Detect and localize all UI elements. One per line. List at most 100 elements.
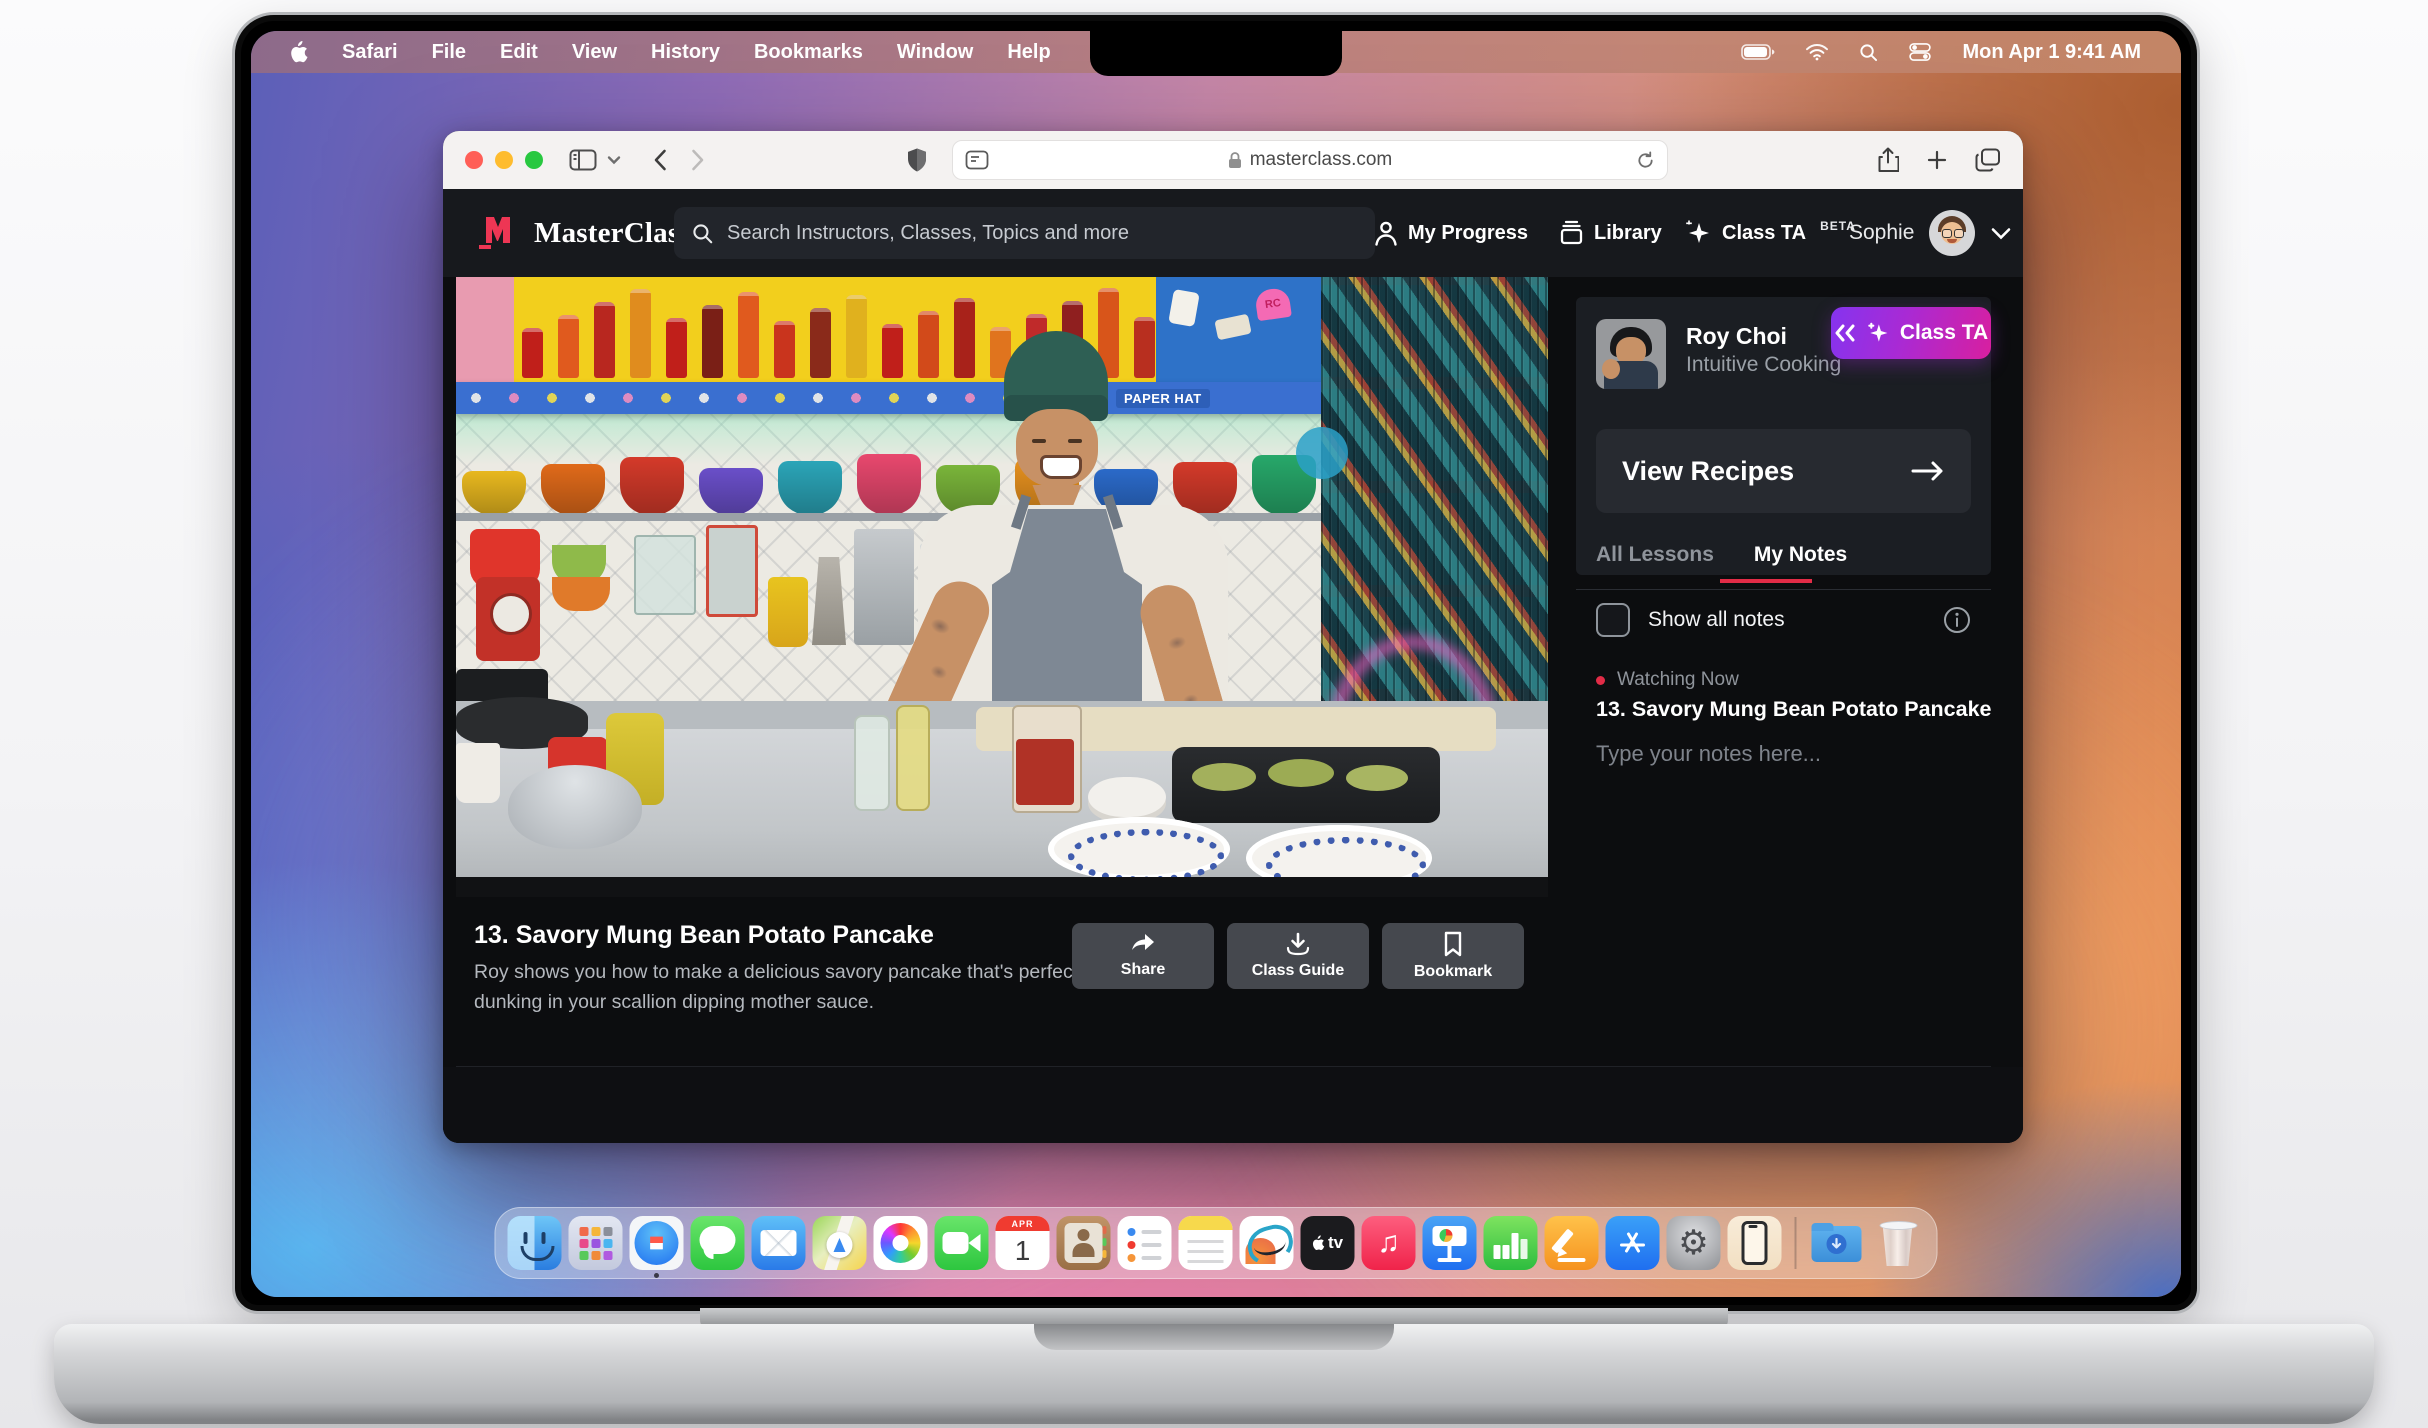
- dock-keynote-icon[interactable]: [1423, 1216, 1477, 1270]
- sidebar-toggle-icon[interactable]: [569, 149, 597, 171]
- dock-calendar-icon[interactable]: APR 1: [996, 1216, 1050, 1270]
- spotlight-icon[interactable]: [1859, 43, 1878, 62]
- dock-trash-icon[interactable]: [1871, 1216, 1925, 1270]
- decor: [1296, 427, 1348, 479]
- nav-my-progress[interactable]: My Progress: [1374, 220, 1528, 246]
- address-bar[interactable]: masterclass.com: [952, 140, 1668, 180]
- dock-contacts-icon[interactable]: [1057, 1216, 1111, 1270]
- decor: [1929, 152, 1945, 168]
- share-icon[interactable]: [1877, 147, 1899, 173]
- dock-settings-icon[interactable]: ⚙: [1667, 1216, 1721, 1270]
- control-center-icon[interactable]: [1908, 43, 1932, 61]
- decor: [1908, 43, 1932, 61]
- safari-toolbar: masterclass.com: [443, 131, 2023, 190]
- decor: [653, 149, 667, 171]
- dock-numbers-icon[interactable]: [1484, 1216, 1538, 1270]
- active-tab-underline: [1720, 579, 1812, 583]
- dock-iphone-mirroring-icon[interactable]: [1728, 1216, 1782, 1270]
- decor: [1377, 236, 1396, 245]
- decor: Safari File Edit View History Bookmarks …: [251, 41, 1051, 64]
- zoom-window-button[interactable]: [525, 151, 543, 169]
- decor: [1832, 1238, 1842, 1250]
- nav-class-ta[interactable]: Class TABETA: [1684, 219, 1856, 247]
- menubar-app-name[interactable]: Safari: [342, 41, 398, 64]
- dock-notes-icon[interactable]: [1179, 1216, 1233, 1270]
- dock-pages-icon[interactable]: [1545, 1216, 1599, 1270]
- sauce-bottle: [1134, 317, 1155, 378]
- decor: [1142, 1230, 1162, 1234]
- nav-library[interactable]: Library: [1559, 220, 1662, 246]
- laptop-lid-notch: [1034, 1324, 1394, 1350]
- tab-all-lessons[interactable]: All Lessons: [1596, 543, 1714, 567]
- menu-bookmarks[interactable]: Bookmarks: [754, 41, 863, 64]
- decor: [1564, 222, 1580, 226]
- sauce-bottle: [774, 321, 795, 378]
- dock-music-icon[interactable]: ♫: [1362, 1216, 1416, 1270]
- dock-reminders-icon[interactable]: [1118, 1216, 1172, 1270]
- menu-file[interactable]: File: [432, 41, 466, 64]
- dock-finder-icon[interactable]: [508, 1216, 562, 1270]
- show-all-notes-checkbox[interactable]: [1596, 603, 1630, 637]
- decor: Library: [1594, 222, 1662, 245]
- forward-button[interactable]: [691, 149, 705, 171]
- share-button[interactable]: Share: [1072, 923, 1214, 989]
- decor: [1913, 45, 1918, 50]
- dock-messages-icon[interactable]: [691, 1216, 745, 1270]
- stacked-bowl: [541, 464, 605, 515]
- video-player[interactable]: RC PAPER HAT: [456, 277, 1548, 897]
- decor: [1040, 455, 1082, 479]
- new-tab-icon[interactable]: [1927, 150, 1947, 170]
- instructor-thumbnail[interactable]: [1596, 319, 1666, 389]
- masterclass-logo[interactable]: MasterClass: [476, 215, 691, 251]
- dock-freeform-icon[interactable]: [1240, 1216, 1294, 1270]
- minimize-window-button[interactable]: [495, 151, 513, 169]
- paper-hat-sign: PAPER HAT: [1116, 389, 1210, 408]
- menu-edit[interactable]: Edit: [500, 41, 538, 64]
- view-recipes-button[interactable]: View Recipes: [1596, 429, 1971, 513]
- calendar-month: APR: [996, 1216, 1050, 1231]
- user-name[interactable]: Sophie: [1849, 221, 1914, 245]
- dock-maps-icon[interactable]: [813, 1216, 867, 1270]
- decor: [1602, 359, 1620, 379]
- dock-appstore-icon[interactable]: [1606, 1216, 1660, 1270]
- decor: [1132, 934, 1154, 950]
- dock-launchpad-icon[interactable]: [569, 1216, 623, 1270]
- tab-overview-icon[interactable]: [1975, 148, 2001, 172]
- notes-input[interactable]: Type your notes here...: [1596, 741, 1821, 767]
- privacy-shield-icon[interactable]: [906, 147, 928, 173]
- menu-window[interactable]: Window: [897, 41, 973, 64]
- decor: ⚙: [1678, 1226, 1708, 1260]
- bookmark-button[interactable]: Bookmark: [1382, 923, 1524, 989]
- collapse-chevrons-icon: [1834, 324, 1856, 342]
- watching-now-dot: [1596, 676, 1605, 685]
- stacked-bowl: [699, 468, 763, 515]
- dock-facetime-icon[interactable]: [935, 1216, 989, 1270]
- close-window-button[interactable]: [465, 151, 483, 169]
- decor: [706, 237, 711, 242]
- menu-view[interactable]: View: [572, 41, 617, 64]
- sidebar-chevron-icon[interactable]: [607, 155, 621, 165]
- dock-appletv-icon[interactable]: tv: [1301, 1216, 1355, 1270]
- dock-safari-icon[interactable]: [630, 1216, 684, 1270]
- decor: [1440, 1229, 1453, 1242]
- search-input[interactable]: Search Instructors, Classes, Topics and …: [674, 207, 1375, 259]
- decor: [1880, 1221, 1918, 1230]
- dock-mail-icon[interactable]: [752, 1216, 806, 1270]
- back-button[interactable]: [653, 149, 667, 171]
- user-avatar[interactable]: [1929, 210, 1975, 256]
- tab-my-notes[interactable]: My Notes: [1754, 543, 1847, 567]
- menubar-clock[interactable]: Mon Apr 1 9:41 AM: [1962, 41, 2141, 64]
- menu-history[interactable]: History: [651, 41, 720, 64]
- lock-icon: [1228, 151, 1242, 169]
- apple-menu-icon[interactable]: [289, 41, 308, 63]
- dock-downloads-icon[interactable]: [1810, 1216, 1864, 1270]
- wifi-icon[interactable]: [1805, 43, 1829, 61]
- account-chevron-icon[interactable]: [1991, 227, 2011, 240]
- class-ta-button[interactable]: Class TA: [1831, 307, 1991, 359]
- menu-help[interactable]: Help: [1007, 41, 1050, 64]
- info-icon[interactable]: [1943, 606, 1971, 634]
- battery-icon[interactable]: [1741, 43, 1775, 61]
- masterclass-logo-mark: [476, 215, 520, 251]
- class-guide-button[interactable]: Class Guide: [1227, 923, 1369, 989]
- dock-photos-icon[interactable]: [874, 1216, 928, 1270]
